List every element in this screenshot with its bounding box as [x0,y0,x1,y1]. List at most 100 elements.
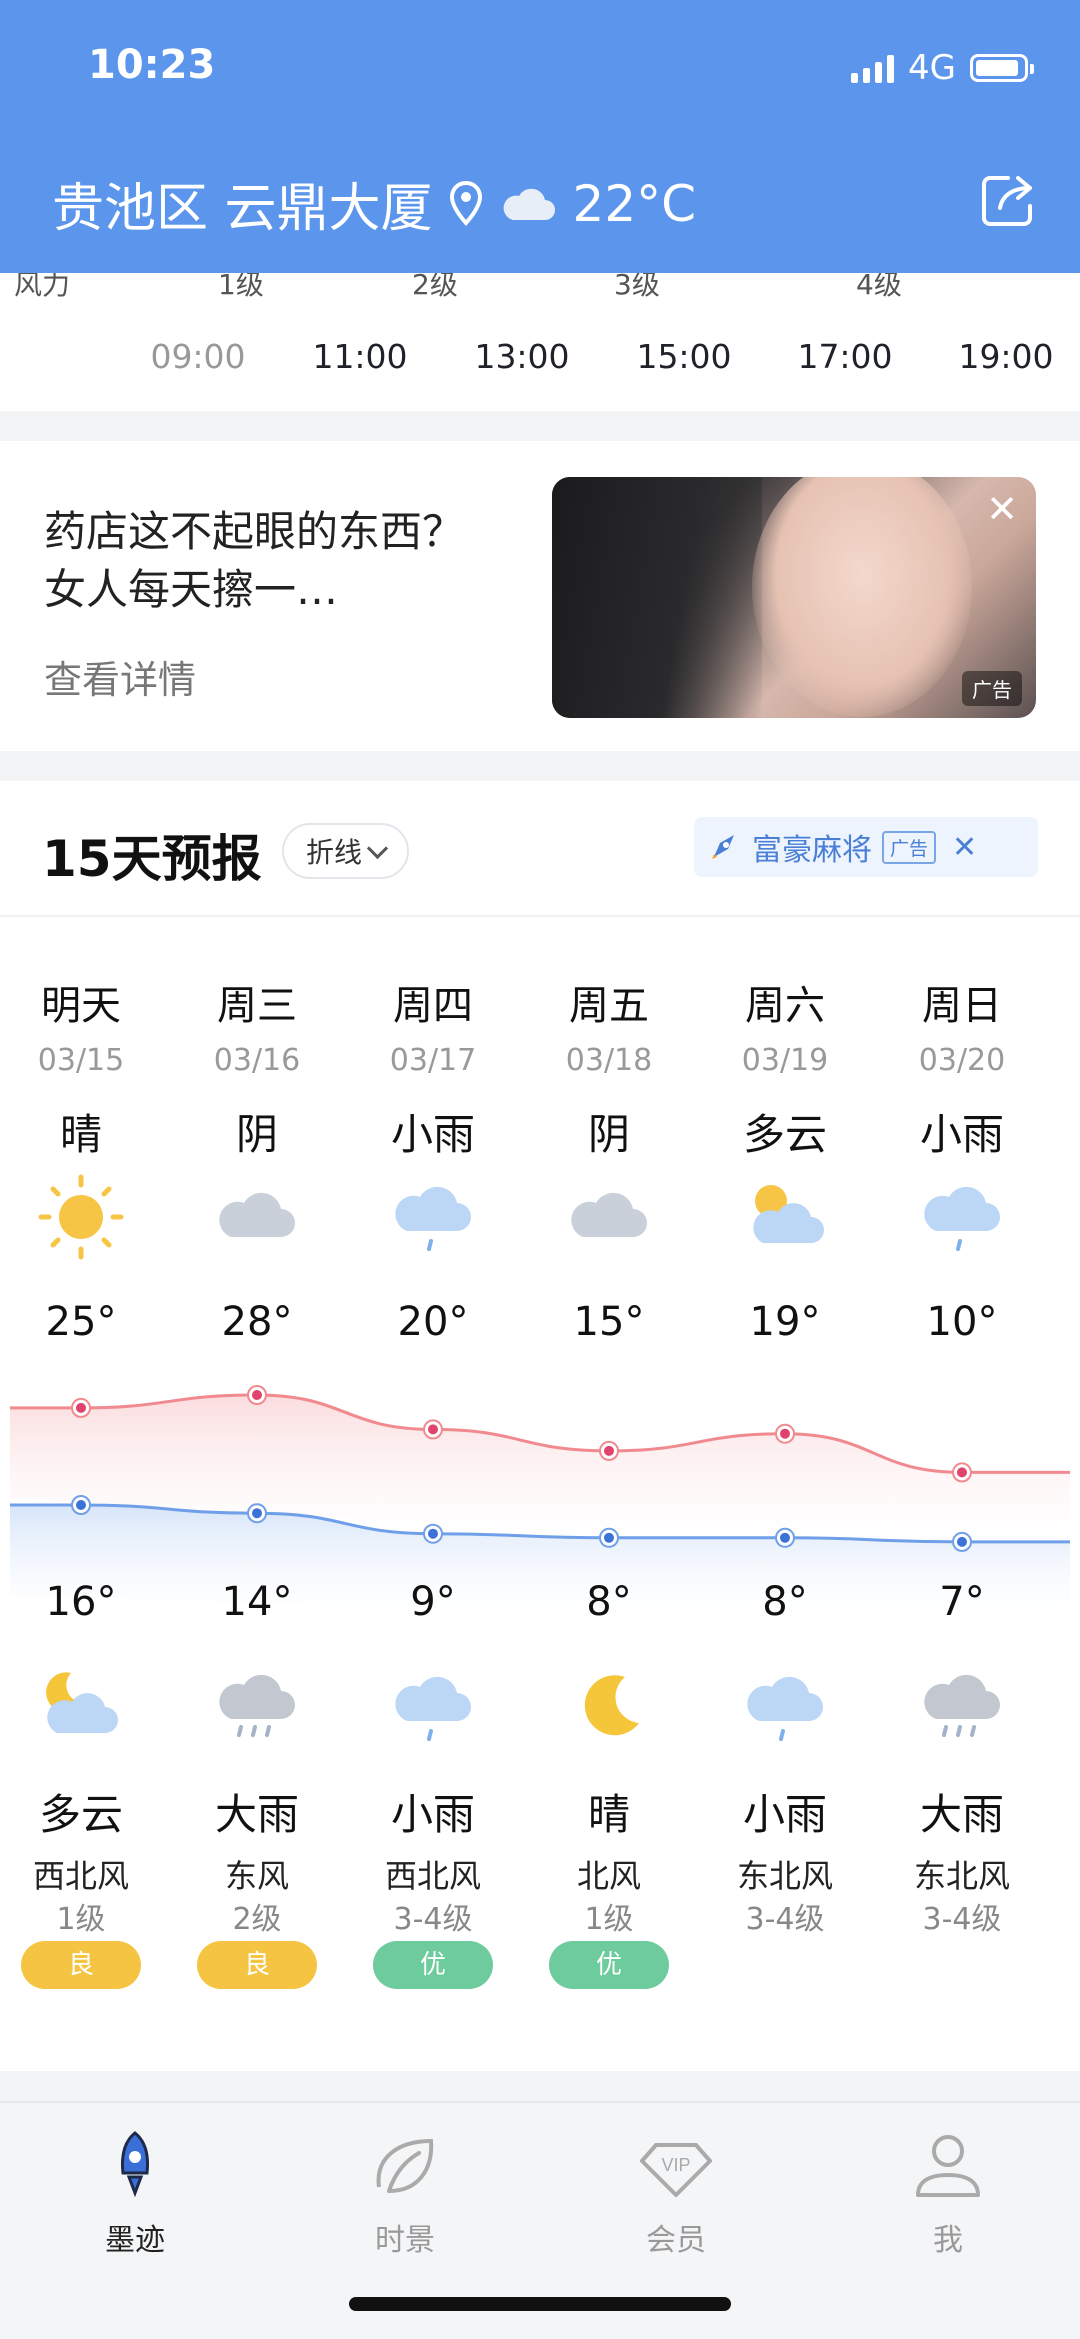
wind-level: 3-4级 [745,1902,825,1937]
low-temp-point-dot [957,1536,967,1547]
close-icon[interactable]: ✕ [952,830,977,865]
hour-label: 13:00 [474,337,570,376]
current-temperature: 22°C [572,174,697,233]
forecast-card: 15天预报 折线 富豪麻将 广告 ✕ 明天 03/15 晴 25° 16° 多云… [0,781,1080,2071]
location-pin-icon [449,180,482,226]
wind-level: 4级 [856,273,902,301]
low-temp: 14° [221,1579,293,1625]
high-temp: 25° [45,1299,117,1345]
wind-level: 2级 [232,1902,282,1937]
location-row[interactable]: 贵池区 云鼎大厦 22°C [52,166,696,241]
svg-text:VIP: VIP [661,2155,690,2175]
ad-image[interactable]: ✕ 广告 [552,477,1036,718]
aqi-badge[interactable]: 优 [373,1941,493,1989]
day-date: 03/20 [918,1043,1006,1078]
day-date: 03/15 [37,1043,125,1078]
tab-label: 我 [933,2223,963,2258]
signal-icon [851,53,895,83]
leaf-icon [376,2138,434,2193]
ad-tag: 广告 [962,671,1022,706]
day-date: 03/18 [565,1043,653,1078]
low-temp-point-dot [76,1500,86,1510]
ad-card[interactable]: 药店这不起眼的东西？女人每天擦一… 查看详情 ✕ 广告 [0,441,1080,751]
tab-vip[interactable]: VIP 会员 [576,2127,776,2259]
tab-label: 会员 [646,2223,706,2258]
low-temp: 8° [586,1579,632,1625]
high-temp-point-dot [428,1424,438,1435]
moon-icon [584,1675,639,1736]
person-icon [916,2135,980,2197]
low-temp-point-dot [780,1532,790,1543]
day-name: 周三 [217,983,297,1029]
wind-level: 3级 [614,273,660,301]
low-temp: 9° [410,1579,456,1625]
forecast-title: 15天预报 [42,830,262,888]
home-indicator [349,2297,731,2311]
light-rain-icon [747,1676,823,1741]
wind-direction: 东北风 [736,1857,833,1895]
vip-diamond-icon: VIP [640,2143,712,2197]
high-temp: 20° [397,1299,469,1345]
status-indicators: 4G [851,48,1034,88]
wind-label: 风力 [14,273,71,301]
tab-label: 时景 [375,2223,435,2258]
day-date: 03/16 [213,1043,301,1078]
high-temp-point-dot [252,1390,262,1400]
day-name: 周四 [393,983,473,1029]
night-condition: 大雨 [919,1790,1004,1839]
tab-moji[interactable]: 墨迹 [35,2127,235,2259]
night-condition: 大雨 [214,1790,299,1839]
wind-direction: 东北风 [913,1857,1010,1895]
cloud-icon [219,1192,295,1237]
low-temp-point-dot [604,1532,614,1543]
tab-me[interactable]: 我 [848,2127,1048,2259]
light-rain-icon [395,1676,471,1741]
hour-labels: 09:00 11:00 13:00 15:00 17:00 19:00 [0,337,1080,377]
day-condition: 小雨 [919,1110,1004,1159]
wind-level: 2级 [412,273,458,301]
low-temp: 16° [45,1579,117,1625]
tab-label: 墨迹 [105,2223,165,2258]
ad-detail-link[interactable]: 查看详情 [44,649,196,704]
hourly-forecast[interactable]: 风力 1级 2级 3级 4级 09:00 11:00 13:00 15:00 1… [0,273,1080,411]
location-name[interactable]: 贵池区 云鼎大厦 [52,166,433,241]
wind-level: 3-4级 [393,1902,473,1937]
hour-label: 17:00 [797,337,893,376]
day-condition: 小雨 [390,1110,475,1159]
sun-icon [38,1174,124,1260]
aqi-badge[interactable]: 良 [197,1941,317,1989]
day-date: 03/19 [741,1043,829,1078]
day-condition: 晴 [59,1110,102,1159]
day-name: 周六 [745,983,825,1029]
ad-banner-text[interactable]: 富豪麻将 [752,825,872,869]
ad-banner[interactable]: 富豪麻将 广告 ✕ [694,817,1038,877]
status-time: 10:23 [88,42,216,88]
close-icon[interactable]: ✕ [986,487,1018,531]
high-temp: 10° [926,1299,998,1345]
ad-title[interactable]: 药店这不起眼的东西？女人每天擦一… [44,503,504,619]
aqi-badge[interactable]: 良 [21,1941,141,1989]
day-name: 周五 [569,983,649,1029]
wind-direction: 北风 [576,1857,641,1895]
low-temp-point-dot [252,1508,262,1519]
wind-level: 1级 [218,273,264,301]
network-type: 4G [908,48,956,88]
heavy-rain-icon [924,1674,1000,1737]
hour-label: 15:00 [636,337,732,376]
hour-label: 19:00 [958,337,1054,376]
chart-mode-dropdown[interactable]: 折线 [282,823,410,879]
tab-scenes[interactable]: 时景 [305,2127,505,2259]
aqi-badge[interactable]: 优 [549,1941,669,1989]
share-icon[interactable] [978,170,1038,230]
wind-level: 1级 [56,1902,106,1937]
wind-level: 3-4级 [922,1902,1002,1937]
sun-cloud-icon [753,1185,824,1243]
night-condition: 晴 [587,1790,630,1839]
high-temp-point-dot [76,1402,86,1413]
chart-mode-label: 折线 [306,836,363,869]
heavy-rain-icon [219,1674,295,1737]
night-condition: 小雨 [742,1790,827,1839]
hourly-wind-row: 风力 1级 2级 3级 4级 [0,273,1080,303]
high-temp-point-dot [604,1445,614,1456]
low-temp: 7° [939,1579,985,1625]
